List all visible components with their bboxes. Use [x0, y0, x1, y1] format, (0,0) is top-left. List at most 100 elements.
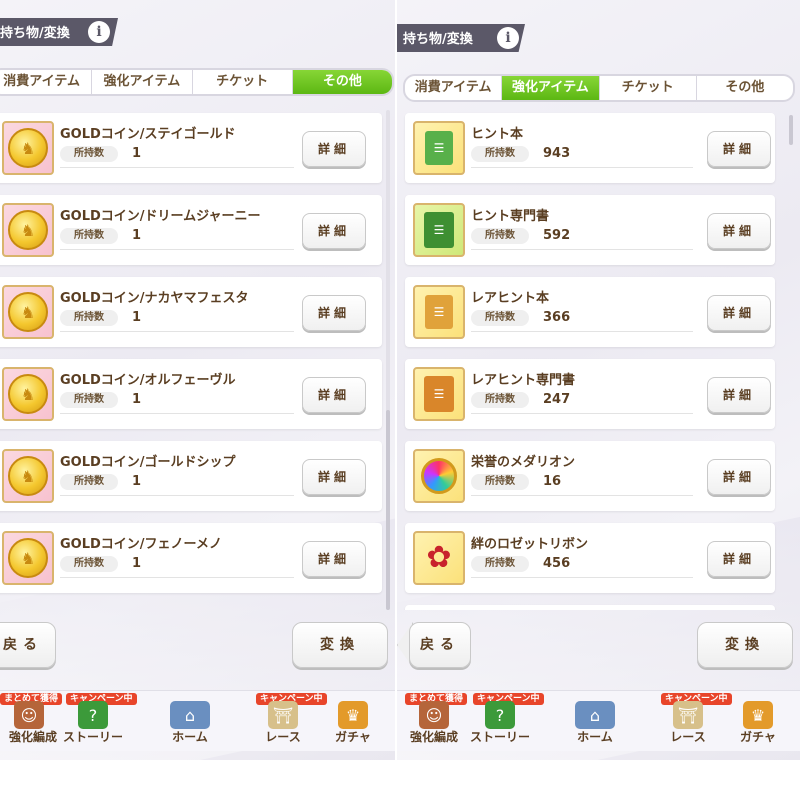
- nav-item-home[interactable]: ⌂ ホーム: [545, 691, 645, 751]
- tab-ticket[interactable]: チケット: [193, 70, 293, 94]
- list-item: ♞ GOLDコイン/ゴールドシップ 所持数 1 詳細: [0, 441, 382, 511]
- scrollbar-thumb[interactable]: [789, 115, 793, 145]
- divider: [60, 167, 294, 168]
- tab-consumable[interactable]: 消費アイテム: [0, 70, 93, 94]
- quantity-label: 所持数: [60, 474, 118, 490]
- divider: [60, 331, 294, 332]
- nav-item-race[interactable]: キャンペーン中 ⛩ レース: [655, 691, 732, 751]
- gacha-icon: ♛: [743, 701, 773, 729]
- quantity-value: 1: [132, 474, 142, 489]
- detail-button[interactable]: 詳細: [707, 213, 771, 249]
- divider: [471, 167, 693, 168]
- quantity-label: 所持数: [471, 474, 529, 490]
- tab-enhance[interactable]: 強化アイテム: [502, 76, 600, 100]
- gold-coin-icon: ♞: [8, 456, 48, 496]
- nav-label: ストーリー: [469, 730, 530, 744]
- item-name: レアヒント専門書: [471, 373, 576, 388]
- nav-label: ガチャ: [335, 730, 371, 744]
- divider: [60, 495, 294, 496]
- quantity-value: 456: [543, 556, 571, 571]
- tab-other[interactable]: その他: [292, 70, 392, 94]
- nav-label: 強化編成: [409, 730, 458, 744]
- detail-button[interactable]: 詳細: [707, 459, 771, 495]
- detail-button[interactable]: 詳細: [707, 295, 771, 331]
- back-button[interactable]: 戻る: [0, 622, 56, 668]
- hint-textbook-icon: ☰: [424, 212, 454, 248]
- nav-item-story[interactable]: キャンペーン中 ? ストーリー: [467, 691, 544, 751]
- nav-item-gacha[interactable]: ♛ ガチャ: [725, 691, 791, 751]
- item-name: ヒント本: [471, 127, 524, 142]
- tab-enhance[interactable]: 強化アイテム: [92, 70, 193, 94]
- item-thumbnail: ♞: [2, 367, 54, 421]
- item-name: GOLDコイン/フェノーメノ: [60, 537, 223, 552]
- quantity-value: 1: [132, 392, 142, 407]
- rare-hint-book-icon: ☰: [425, 295, 453, 329]
- info-icon[interactable]: i: [88, 21, 110, 43]
- convert-button[interactable]: 変換: [292, 622, 388, 668]
- list-item: ☰ レアヒント本 所持数 366 詳細: [405, 277, 775, 347]
- detail-button[interactable]: 詳細: [302, 377, 366, 413]
- nav-label: 強化編成: [8, 730, 57, 744]
- quantity-value: 1: [132, 310, 142, 325]
- story-book-icon: ?: [485, 701, 515, 729]
- detail-button[interactable]: 詳細: [707, 541, 771, 577]
- rosette-ribbon-icon: ✿: [426, 540, 452, 575]
- nav-item-enhance[interactable]: まとめて獲得 ☺ 強化編成: [401, 691, 468, 751]
- gold-coin-icon: ♞: [8, 210, 48, 250]
- title-bar: 持ち物/変換 i: [0, 18, 118, 46]
- nav-item-story[interactable]: キャンペーン中 ? ストーリー: [60, 691, 137, 751]
- detail-button[interactable]: 詳細: [302, 541, 366, 577]
- character-icon: ☺: [14, 701, 44, 729]
- bottom-nav: まとめて獲得 ☺ 強化編成 キャンペーン中 ? ストーリー ⌂ ホーム キャンペ…: [0, 690, 395, 751]
- category-tabs: 消費アイテム 強化アイテム チケット その他: [403, 74, 795, 102]
- tab-other[interactable]: その他: [697, 76, 793, 100]
- item-name: GOLDコイン/ドリームジャーニー: [60, 209, 261, 224]
- nav-item-home[interactable]: ⌂ ホーム: [140, 691, 240, 751]
- divider: [60, 249, 294, 250]
- nav-label: レース: [670, 730, 706, 744]
- detail-button[interactable]: 詳細: [302, 459, 366, 495]
- quantity-label: 所持数: [60, 310, 118, 326]
- detail-button[interactable]: 詳細: [302, 131, 366, 167]
- item-list[interactable]: ☰ ヒント本 所持数 943 詳細 ☰ ヒント専門書 所持数 592 詳細 ☰ …: [397, 105, 800, 610]
- nav-item-enhance[interactable]: まとめて獲得 ☺ 強化編成: [0, 691, 66, 751]
- divider: [471, 331, 693, 332]
- gold-coin-icon: ♞: [8, 292, 48, 332]
- quantity-value: 1: [132, 228, 142, 243]
- list-item: [405, 605, 775, 610]
- nav-item-race[interactable]: キャンペーン中 ⛩ レース: [250, 691, 327, 751]
- item-list[interactable]: ♞ GOLDコイン/ステイゴールド 所持数 1 詳細 ♞ GOLDコイン/ドリー…: [0, 105, 395, 610]
- detail-button[interactable]: 詳細: [302, 213, 366, 249]
- info-icon[interactable]: i: [497, 27, 519, 49]
- item-name: GOLDコイン/オルフェーヴル: [60, 373, 236, 388]
- detail-button[interactable]: 詳細: [707, 377, 771, 413]
- bottom-nav: まとめて獲得 ☺ 強化編成 キャンペーン中 ? ストーリー ⌂ ホーム キャンペ…: [397, 690, 800, 751]
- item-thumbnail: ☰: [413, 367, 465, 421]
- item-thumbnail: ♞: [2, 449, 54, 503]
- quantity-label: 所持数: [471, 310, 529, 326]
- convert-button[interactable]: 変換: [697, 622, 793, 668]
- list-item: 栄誉のメダリオン 所持数 16 詳細: [405, 441, 775, 511]
- item-thumbnail: ♞: [2, 531, 54, 585]
- gold-coin-icon: ♞: [8, 374, 48, 414]
- detail-button[interactable]: 詳細: [302, 295, 366, 331]
- tab-consumable[interactable]: 消費アイテム: [405, 76, 503, 100]
- item-name: レアヒント本: [471, 291, 550, 306]
- left-inventory-panel: 持ち物/変換 i 消費アイテム 強化アイテム チケット その他 ♞ GOLDコイ…: [0, 0, 395, 760]
- item-name: 栄誉のメダリオン: [471, 455, 576, 470]
- divider: [471, 413, 693, 414]
- gacha-icon: ♛: [338, 701, 368, 729]
- detail-button[interactable]: 詳細: [707, 131, 771, 167]
- tab-ticket[interactable]: チケット: [600, 76, 697, 100]
- nav-item-gacha[interactable]: ♛ ガチャ: [320, 691, 386, 751]
- story-book-icon: ?: [78, 701, 108, 729]
- item-thumbnail: ♞: [2, 203, 54, 257]
- divider: [471, 249, 693, 250]
- home-building-icon: ⌂: [575, 701, 615, 729]
- scrollbar-thumb[interactable]: [386, 410, 390, 610]
- nav-label: ホーム: [577, 730, 613, 744]
- list-item: ☰ ヒント本 所持数 943 詳細: [405, 113, 775, 183]
- back-button[interactable]: 戻る: [409, 622, 471, 668]
- quantity-value: 247: [543, 392, 571, 407]
- list-item: ✿ 絆のロゼットリボン 所持数 456 詳細: [405, 523, 775, 593]
